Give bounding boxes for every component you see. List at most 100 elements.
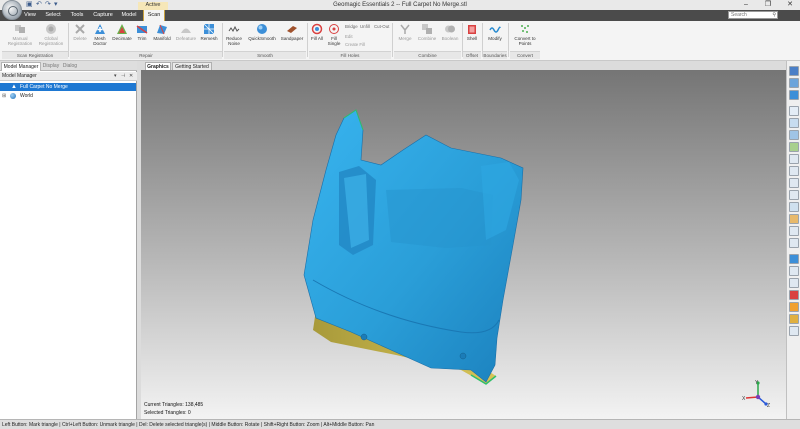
group-label-boundaries: Boundaries xyxy=(483,51,507,59)
sandpaper-button[interactable]: Sandpaper xyxy=(278,23,306,41)
combine-button[interactable]: Combine xyxy=(415,23,439,41)
modify-boundary-button[interactable]: Modify xyxy=(484,23,506,41)
normal-view-icon[interactable] xyxy=(789,226,799,236)
fill-all-icon xyxy=(311,23,323,35)
bridge-button[interactable]: Bridge xyxy=(345,24,358,29)
zoom-fit-icon[interactable] xyxy=(789,106,799,116)
mesh-doctor-button[interactable]: Mesh Doctor xyxy=(90,23,110,46)
fill-all-button[interactable]: Fill All xyxy=(309,23,325,41)
ribbon: Manual Registration Global Registration … xyxy=(0,21,800,61)
reduce-noise-button[interactable]: Reduce Noise xyxy=(224,23,244,46)
expand-icon[interactable]: ⊞ xyxy=(2,92,6,100)
panel-header: Model Manager ▾ ⊣ ✕ xyxy=(0,72,137,81)
combine-icon xyxy=(422,24,432,34)
manual-registration-button[interactable]: Manual Registration xyxy=(4,23,36,46)
shell-button[interactable]: Shell xyxy=(464,23,480,41)
tab-model[interactable]: Model xyxy=(118,10,140,21)
global-registration-button[interactable]: Global Registration xyxy=(36,23,66,46)
tab-display[interactable]: Display xyxy=(42,62,60,71)
delete-icon xyxy=(75,24,85,34)
carpet-mesh-model[interactable] xyxy=(141,70,786,419)
close-button[interactable]: ✕ xyxy=(780,0,800,10)
boolean-button[interactable]: Boolean xyxy=(439,23,461,41)
group-label-offset: Offset xyxy=(463,51,481,59)
invert-selection-icon[interactable] xyxy=(789,314,799,324)
deselect-icon[interactable] xyxy=(789,290,799,300)
mesh-model-icon: ▲ xyxy=(11,84,17,90)
group-separator xyxy=(68,23,69,57)
minimize-button[interactable]: – xyxy=(736,0,756,10)
fill-single-button[interactable]: Fill Single xyxy=(326,23,342,46)
tab-view[interactable]: View xyxy=(20,10,40,21)
tab-scan[interactable]: Scan xyxy=(143,10,165,21)
zoom-icon[interactable] xyxy=(789,118,799,128)
unfill-button[interactable]: Unfill xyxy=(360,24,370,29)
convert-to-points-button[interactable]: Convert to Points xyxy=(511,23,539,46)
cut-out-button[interactable]: Cut-Out xyxy=(374,24,389,29)
tree-item-model[interactable]: ▲ Full Carpet No Merge xyxy=(0,83,136,91)
group-label-scan-registration: Scan Registration xyxy=(2,51,68,59)
select-icon[interactable] xyxy=(789,254,799,264)
pin-icon[interactable]: ⊣ xyxy=(121,72,125,81)
panel-close-icon[interactable]: ✕ xyxy=(129,72,133,81)
lighting-icon[interactable] xyxy=(789,214,799,224)
graphics-viewport[interactable]: Current Triangles: 138,485 Selected Tria… xyxy=(141,70,786,419)
lasso-select-icon[interactable] xyxy=(789,266,799,276)
view-front-icon[interactable] xyxy=(789,78,799,88)
group-label-smooth: Smooth xyxy=(224,51,306,59)
manual-registration-icon xyxy=(15,25,25,33)
view-cube-icon[interactable] xyxy=(789,66,799,76)
tab-tools[interactable]: Tools xyxy=(66,10,88,21)
view-iso-icon[interactable] xyxy=(789,202,799,212)
merge-button[interactable]: Merge xyxy=(395,23,415,41)
group-separator xyxy=(508,23,509,57)
trim-icon xyxy=(136,25,148,34)
quicksmooth-button[interactable]: QuickSmooth xyxy=(246,23,278,41)
view-right-icon[interactable] xyxy=(789,166,799,176)
panel-tabs: Model Manager Display Dialog xyxy=(0,61,137,71)
current-triangles-readout: Current Triangles: 138,485 xyxy=(144,402,204,408)
group-label-fill-holes: Fill Holes xyxy=(309,51,391,59)
measure-icon[interactable] xyxy=(789,326,799,336)
mesh-doctor-icon xyxy=(95,24,105,34)
reduce-noise-icon xyxy=(228,25,240,32)
brush-select-icon[interactable] xyxy=(789,278,799,288)
view-back-icon[interactable] xyxy=(789,178,799,188)
defeature-button[interactable]: Defeature xyxy=(174,23,198,41)
decimate-button[interactable]: Decimate xyxy=(110,23,134,41)
menu-bar: View Select Tools Capture Model Scan ⚲ xyxy=(0,10,800,21)
pan-icon[interactable] xyxy=(789,130,799,140)
select-all-icon[interactable] xyxy=(789,302,799,312)
tab-graphics[interactable]: Graphics xyxy=(145,62,171,70)
selected-triangles-readout: Selected Triangles: 0 xyxy=(144,410,191,416)
panel-dropdown-icon[interactable]: ▾ xyxy=(114,72,117,81)
app-logo[interactable] xyxy=(2,0,22,20)
tab-capture[interactable]: Capture xyxy=(90,10,116,21)
axis-triad[interactable]: Y X Z xyxy=(742,379,772,407)
remesh-button[interactable]: Remesh xyxy=(198,23,220,41)
rotate-icon[interactable] xyxy=(789,142,799,152)
tab-select[interactable]: Select xyxy=(42,10,64,21)
search-icon[interactable]: ⚲ xyxy=(772,12,776,18)
manifold-button[interactable]: Manifold xyxy=(150,23,174,41)
wireframe-icon[interactable] xyxy=(789,238,799,248)
tab-model-manager[interactable]: Model Manager xyxy=(1,62,41,71)
trim-button[interactable]: Trim xyxy=(134,23,150,41)
model-manager-panel: Model Manager Display Dialog Model Manag… xyxy=(0,61,137,419)
search-input[interactable] xyxy=(728,11,778,19)
axis-label-x: X xyxy=(742,396,746,402)
view-left-icon[interactable] xyxy=(789,154,799,164)
view-bottom-icon[interactable] xyxy=(789,190,799,200)
panel-title: Model Manager xyxy=(2,73,37,79)
tree-item-world[interactable]: ⊞ World xyxy=(0,92,136,100)
tab-getting-started[interactable]: Getting Started xyxy=(172,62,212,70)
tab-dialog[interactable]: Dialog xyxy=(61,62,79,71)
group-label-combine: Combine xyxy=(394,51,461,59)
modify-icon xyxy=(489,26,501,33)
edit-fill-button[interactable]: Edit xyxy=(345,34,353,39)
maximize-button[interactable]: ❐ xyxy=(758,0,778,10)
delete-button[interactable]: Delete xyxy=(70,23,90,41)
status-bar: Left Button: Mark triangle | Ctrl+Left B… xyxy=(0,419,800,429)
create-fill-button[interactable]: Create Fill xyxy=(345,42,365,47)
view-top-icon[interactable] xyxy=(789,90,799,100)
